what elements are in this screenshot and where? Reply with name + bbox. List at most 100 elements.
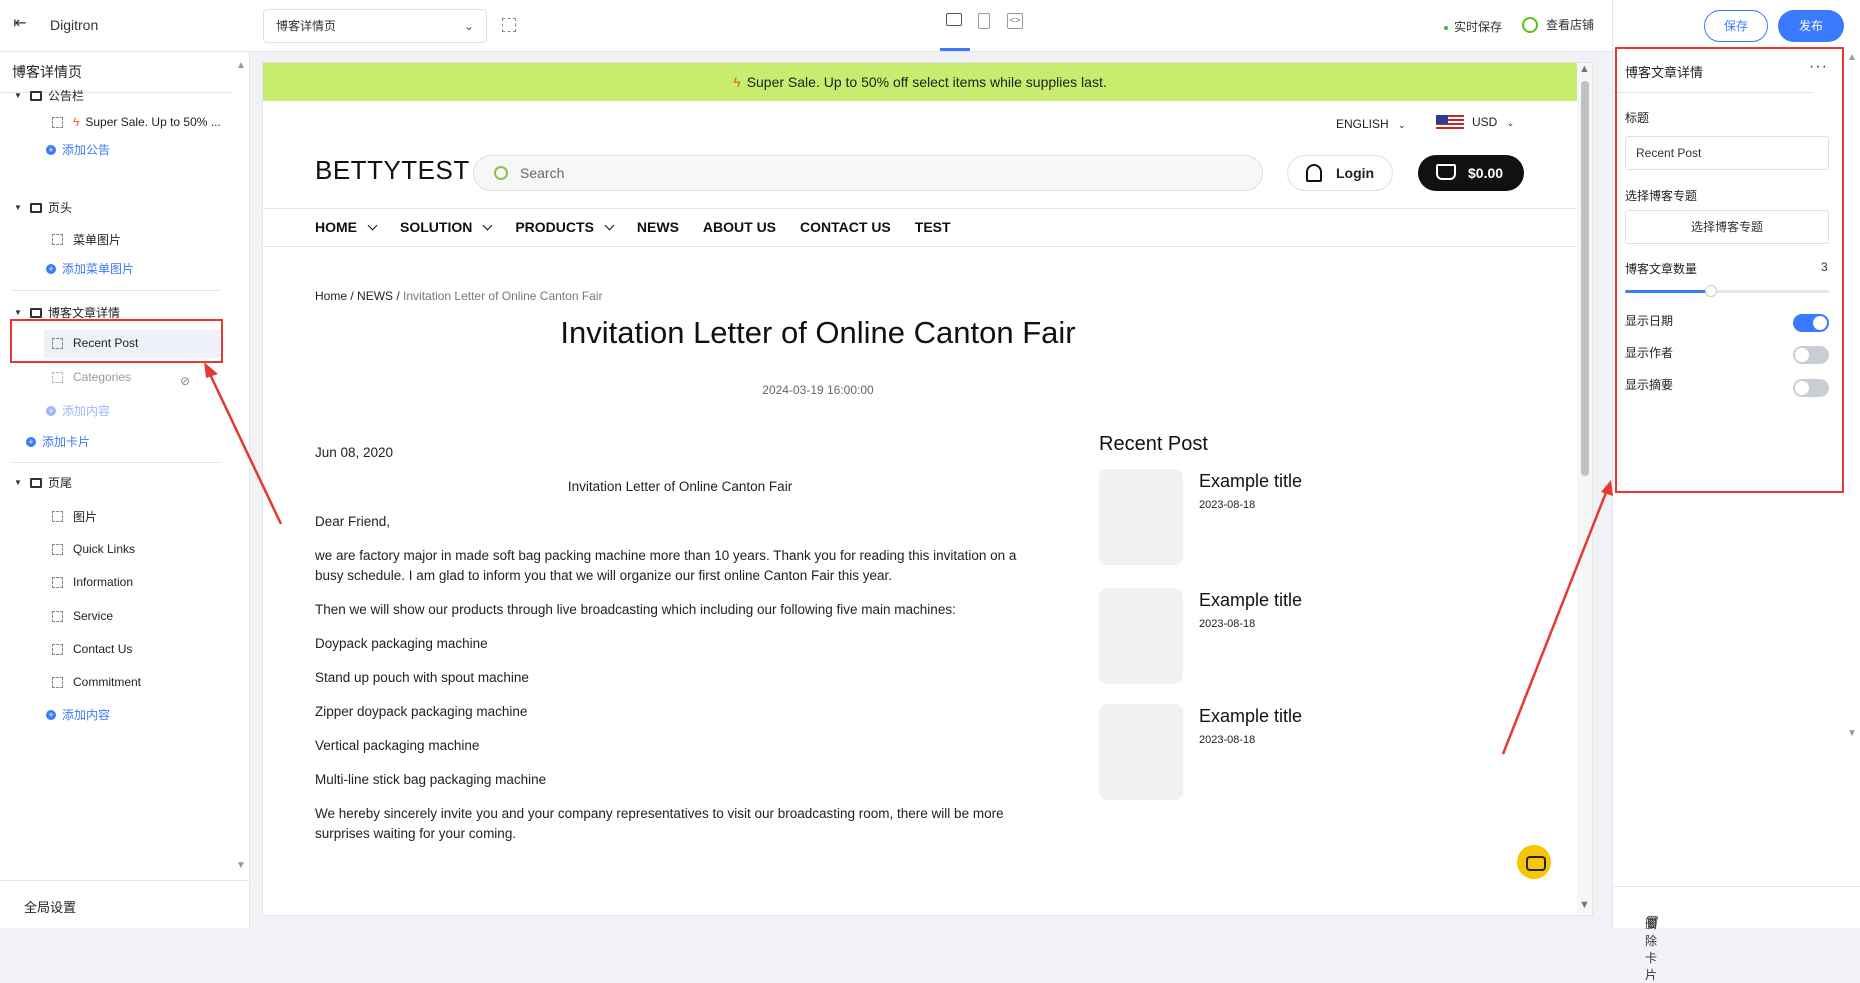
search-icon (494, 166, 508, 180)
highlight-box-left (10, 319, 223, 363)
chat-icon[interactable] (1517, 845, 1551, 879)
article-paragraph: Stand up pouch with spout machine (315, 670, 529, 685)
preview-canvas: ϟ Super Sale. Up to 50% off select items … (262, 62, 1593, 916)
divider (12, 462, 220, 463)
item-label: Service (73, 609, 114, 623)
section-header[interactable]: ▼ 页头 (14, 199, 72, 216)
delete-card-button[interactable]: 🗑 删除卡片 (1613, 886, 1860, 982)
currency-select[interactable]: USD ⌄ (1436, 115, 1514, 131)
scroll-down-icon[interactable]: ▼ (236, 860, 246, 871)
nav-about[interactable]: ABOUT US (703, 219, 776, 235)
mobile-view-icon[interactable] (978, 13, 990, 29)
article-paragraph: We hereby sincerely invite you and your … (315, 806, 1004, 841)
item-label: 菜单图片 (73, 233, 122, 247)
hidden-eye-icon[interactable]: ⊘ (180, 374, 190, 388)
site-logo[interactable]: BETTYTEST (315, 155, 470, 186)
bolt-icon: ϟ (733, 74, 741, 90)
section-footer[interactable]: ▼ 页尾 (14, 474, 72, 491)
desktop-view-icon[interactable] (946, 13, 962, 26)
frame-icon (52, 543, 63, 555)
breadcrumb: Home / NEWS / Invitation Letter of Onlin… (315, 289, 603, 303)
save-button[interactable]: 保存 (1704, 10, 1768, 42)
scroll-down-icon[interactable]: ▼ (1847, 728, 1857, 739)
code-view-icon[interactable]: <> (1007, 13, 1023, 29)
active-view-indicator (940, 48, 970, 51)
list-item[interactable]: Information (52, 575, 133, 589)
breadcrumb-separator: / (393, 289, 404, 303)
announcement-text: Super Sale. Up to 50% off select items w… (746, 74, 1107, 90)
nav-products[interactable]: PRODUCTS (515, 219, 613, 235)
recent-post-date: 2023-08-18 (1199, 499, 1256, 511)
recent-post-card[interactable]: Example title 2023-08-18 (1099, 588, 1369, 684)
article-paragraph: Vertical packaging machine (315, 738, 480, 753)
recent-post-date: 2023-08-18 (1199, 734, 1256, 746)
list-item[interactable]: Commitment (52, 675, 141, 689)
autosave-status: 实时保存 (1444, 18, 1502, 35)
section-announcement[interactable]: ▼ 公告栏 (14, 87, 84, 104)
highlight-box-right (1615, 47, 1844, 493)
add-label: 添加内容 (62, 404, 111, 418)
scrollbar[interactable]: ▲ (236, 60, 246, 71)
list-item[interactable]: Quick Links (52, 542, 135, 556)
list-item[interactable]: Service (52, 609, 113, 623)
frame-icon (52, 610, 63, 622)
breadcrumb-news[interactable]: NEWS (357, 289, 393, 303)
add-menu-image-button[interactable]: + 添加菜单图片 (46, 260, 134, 277)
frame-icon (52, 234, 63, 245)
scroll-up-icon[interactable]: ▲ (1847, 52, 1857, 63)
left-panel: 博客详情页 ▲ ▼ ▼ 公告栏 ϟ Super Sale. Up to 50% ..… (0, 52, 250, 928)
post-thumbnail (1099, 588, 1183, 684)
chevron-down-icon: ⌄ (1398, 120, 1406, 130)
list-item[interactable]: Contact Us (52, 642, 132, 656)
nav-solution[interactable]: SOLUTION (400, 219, 491, 235)
view-store-link[interactable]: 查看店铺 (1522, 16, 1594, 33)
cart-icon (1436, 164, 1456, 180)
page-select[interactable]: 博客详情页 ⌄ (263, 9, 487, 43)
cart-button[interactable]: $0.00 (1418, 155, 1524, 191)
breadcrumb-home[interactable]: Home (315, 289, 347, 303)
list-item[interactable]: 菜单图片 (52, 231, 121, 248)
footer-icon (30, 477, 42, 488)
settings-scrollbar[interactable]: ▲ ▼ (1845, 52, 1860, 886)
article-paragraph: Dear Friend, (315, 514, 391, 529)
login-button[interactable]: Login (1287, 155, 1393, 191)
article-body: Jun 08, 2020 Invitation Letter of Online… (315, 443, 1045, 857)
recent-post-widget[interactable]: Recent Post Example title 2023-08-18 Exam… (1099, 433, 1369, 800)
add-content-button[interactable]: + 添加内容 (46, 402, 110, 419)
scroll-up-icon[interactable]: ▲ (1579, 63, 1590, 75)
add-content-button[interactable]: + 添加内容 (46, 706, 110, 723)
nav-news[interactable]: NEWS (637, 219, 679, 235)
add-card-button[interactable]: + 添加卡片 (26, 433, 90, 450)
announcement-icon (30, 90, 42, 101)
add-label: 添加公告 (62, 143, 111, 157)
scroll-down-icon[interactable]: ▼ (1579, 899, 1590, 911)
item-label: Commitment (73, 675, 142, 689)
publish-button[interactable]: 发布 (1778, 10, 1844, 42)
nav-contact[interactable]: CONTACT US (800, 219, 891, 235)
announcement-bar[interactable]: ϟ Super Sale. Up to 50% off select items … (263, 63, 1577, 101)
item-label: Categories (73, 370, 132, 384)
add-announcement-button[interactable]: + 添加公告 (46, 141, 110, 158)
list-item-categories[interactable]: Categories (52, 370, 131, 384)
nav-home[interactable]: HOME (315, 219, 376, 235)
post-thumbnail (1099, 704, 1183, 800)
scroll-thumb[interactable] (1581, 81, 1589, 476)
global-settings[interactable]: 全局设置 (0, 880, 250, 928)
article-paragraph: Multi-line stick bag packaging machine (315, 772, 547, 787)
caret-down-icon: ▼ (14, 91, 22, 100)
list-item[interactable]: ϟ Super Sale. Up to 50% ... (52, 115, 221, 129)
plus-icon: + (46, 709, 56, 720)
item-label: Super Sale. Up to 50% ... (85, 115, 221, 129)
language-select[interactable]: ENGLISH ⌄ (1336, 117, 1406, 131)
recent-post-card[interactable]: Example title 2023-08-18 (1099, 704, 1369, 800)
exit-icon[interactable]: ⇤ (10, 14, 30, 34)
nav-test[interactable]: TEST (915, 219, 951, 235)
language-label: ENGLISH (1336, 117, 1389, 131)
page-select-value: 博客详情页 (276, 19, 337, 33)
frame-icon (52, 576, 63, 588)
list-item[interactable]: 图片 (52, 508, 97, 525)
site-search-input[interactable]: Search (473, 155, 1263, 191)
divider (12, 290, 220, 291)
element-picker-icon[interactable] (502, 18, 516, 32)
divider (263, 246, 1577, 247)
